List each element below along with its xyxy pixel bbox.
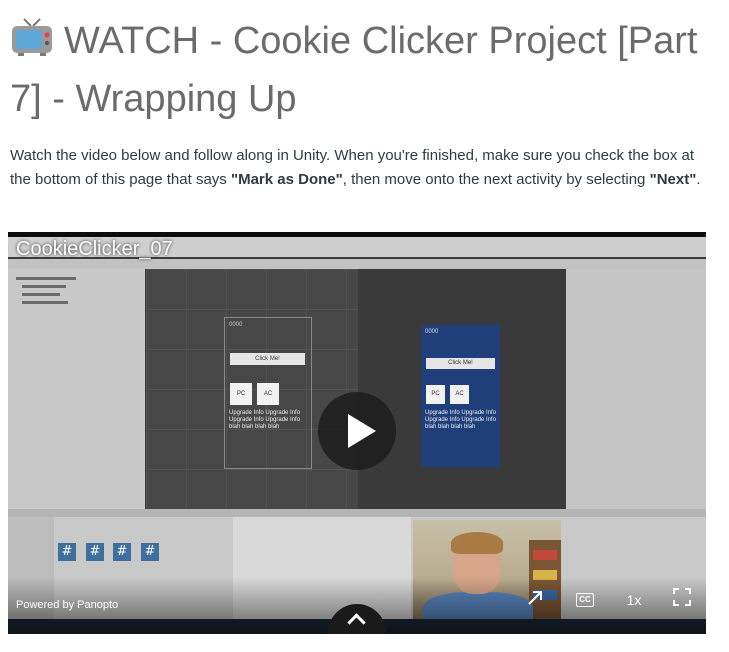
hierarchy-line (16, 277, 76, 280)
mockup-ac-button: AC (257, 383, 279, 405)
cc-label: CC (576, 592, 594, 607)
script-asset-icon: # (86, 543, 104, 561)
inspector-panel (566, 269, 706, 509)
mockup-upgrade-text: Upgrade Info Upgrade Info Upgrade Info U… (229, 410, 301, 430)
game-upgrade-text: Upgrade Info Upgrade Info Upgrade Info U… (425, 410, 497, 430)
game-ui-mockup: 0000 Click Me! PC AC Upgrade Info Upgrad… (421, 325, 500, 467)
game-click-button: Click Me! (426, 358, 495, 369)
video-title: CookieClicker_07 (16, 238, 173, 260)
next-label: "Next" (649, 171, 697, 188)
closed-captions-icon[interactable]: CC (574, 588, 596, 612)
intro-paragraph: Watch the video below and follow along i… (10, 144, 710, 192)
project-panel-header (8, 509, 706, 517)
script-asset-icon: # (58, 543, 76, 561)
webcam-book (533, 550, 557, 560)
game-pc-button: PC (426, 385, 445, 404)
hierarchy-panel (8, 269, 145, 509)
mark-as-done-label: "Mark as Done" (230, 171, 343, 188)
script-asset-icon: # (141, 543, 159, 561)
intro-text-3: . (696, 171, 701, 188)
video-player[interactable]: # # # # 0000 Click Me! PC AC Upgrade Inf… (8, 232, 706, 634)
scene-ui-mockup: 0000 Click Me! PC AC Upgrade Info Upgrad… (224, 317, 312, 469)
play-icon[interactable] (318, 392, 396, 470)
mockup-pc-button: PC (230, 383, 252, 405)
powered-by-panopto[interactable]: Powered by Panopto (16, 599, 118, 611)
television-icon (10, 16, 54, 56)
game-counter: 0000 (425, 329, 439, 335)
page-title: WATCH - Cookie Clicker Project [Part 7] … (10, 12, 725, 128)
playback-speed-button[interactable]: 1x (621, 588, 647, 612)
hierarchy-line (22, 293, 60, 296)
mockup-click-button: Click Me! (230, 353, 305, 365)
hierarchy-line (22, 301, 68, 304)
fullscreen-icon[interactable] (670, 588, 694, 612)
intro-text-2: , then move onto the next activity by se… (342, 171, 650, 188)
script-asset-icon: # (113, 543, 131, 561)
webcam-person-hair (451, 532, 503, 554)
page-title-text: WATCH - Cookie Clicker Project [Part 7] … (10, 20, 698, 120)
hierarchy-line (22, 285, 66, 288)
game-ac-button: AC (450, 385, 469, 404)
mockup-counter: 0000 (229, 322, 243, 328)
open-external-icon[interactable] (523, 588, 547, 612)
